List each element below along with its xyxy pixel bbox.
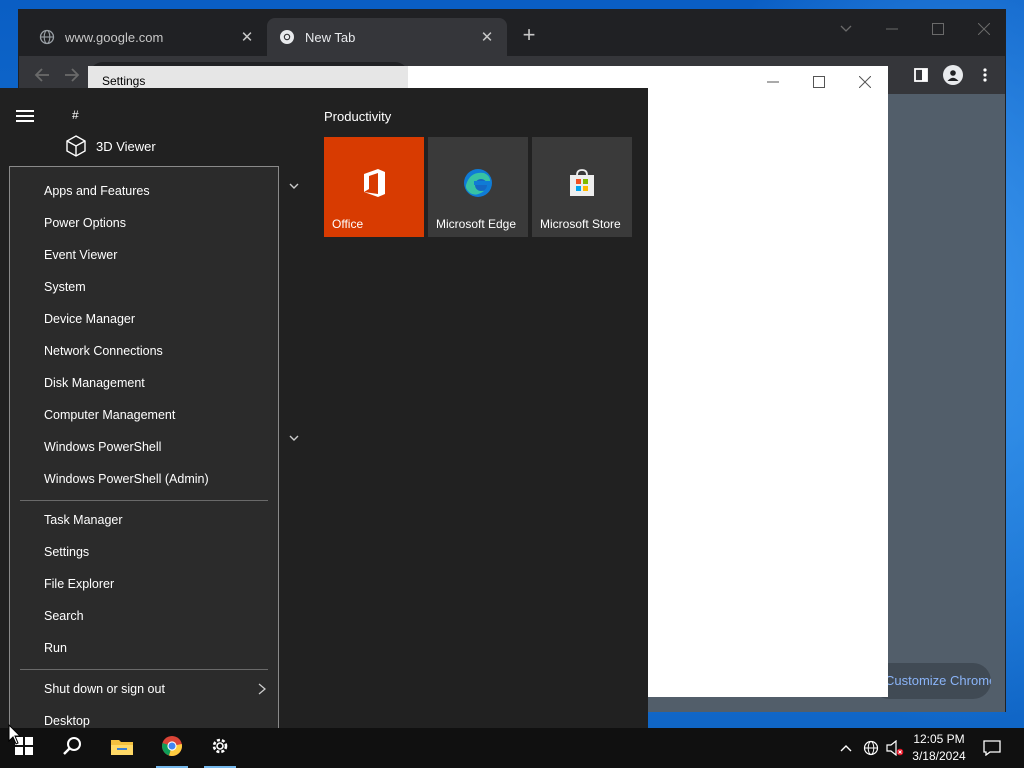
menu-item-settings[interactable]: Settings [10, 536, 278, 568]
show-hidden-icons-chevron-icon[interactable] [836, 728, 856, 768]
more-menu-icon[interactable] [975, 65, 995, 85]
tab-title: www.google.com [65, 29, 164, 45]
tab-new-tab[interactable]: New Tab ✕ [267, 18, 507, 56]
app-list-letter-heading[interactable]: # [72, 108, 79, 122]
tile-group-title: Productivity [324, 109, 392, 124]
tile-label: Office [332, 217, 364, 231]
settings-icon [210, 736, 230, 761]
menu-item-shut-down-or-sign-out[interactable]: Shut down or sign out [10, 673, 278, 705]
new-tab-button[interactable]: + [517, 24, 541, 48]
tile-microsoft-edge[interactable]: Microsoft Edge [428, 137, 528, 237]
clock-time: 12:05 PM [913, 732, 965, 746]
tile-office[interactable]: Office [324, 137, 424, 237]
taskbar-chrome[interactable] [152, 728, 192, 768]
cube-icon [64, 134, 88, 158]
menu-item-computer-management[interactable]: Computer Management [10, 399, 278, 431]
menu-item-apps-and-features[interactable]: Apps and Features [10, 175, 278, 207]
menu-item-windows-powershell[interactable]: Windows PowerShell [10, 431, 278, 463]
menu-item-run[interactable]: Run [10, 632, 278, 664]
close-tab-icon[interactable]: ✕ [479, 28, 495, 46]
search-icon [62, 736, 82, 761]
close-window-icon[interactable] [969, 18, 999, 40]
chrome-icon [161, 735, 183, 762]
menu-item-network-connections[interactable]: Network Connections [10, 335, 278, 367]
action-center-notification-icon[interactable] [978, 728, 1006, 768]
maximize-icon[interactable] [923, 18, 953, 40]
app-3d-viewer[interactable]: 3D Viewer [64, 134, 156, 158]
back-arrow-icon[interactable] [31, 64, 53, 86]
chevron-down-icon[interactable] [288, 180, 300, 192]
mouse-pointer-icon [8, 723, 22, 746]
menu-separator [20, 669, 268, 670]
forward-arrow-icon[interactable] [61, 64, 83, 86]
minimize-icon[interactable] [758, 70, 788, 94]
edge-icon [462, 167, 494, 199]
menu-item-device-manager[interactable]: Device Manager [10, 303, 278, 335]
window-title: Settings [102, 74, 146, 88]
tile-label: Microsoft Edge [436, 217, 517, 231]
menu-item-task-manager[interactable]: Task Manager [10, 504, 278, 536]
network-globe-icon[interactable] [860, 728, 882, 768]
tab-title: New Tab [305, 29, 356, 45]
taskbar-search-button[interactable] [52, 728, 92, 768]
menu-item-windows-powershell-admin[interactable]: Windows PowerShell (Admin) [10, 463, 278, 495]
menu-item-file-explorer[interactable]: File Explorer [10, 568, 278, 600]
chevron-down-icon[interactable] [288, 432, 300, 444]
close-tab-icon[interactable]: ✕ [239, 28, 255, 46]
chrome-icon [279, 29, 295, 45]
globe-icon [39, 29, 55, 45]
menu-item-system[interactable]: System [10, 271, 278, 303]
file-explorer-icon [110, 736, 134, 761]
clock-date: 3/18/2024 [912, 749, 966, 763]
menu-item-event-viewer[interactable]: Event Viewer [10, 239, 278, 271]
menu-item-power-options[interactable]: Power Options [10, 207, 278, 239]
store-icon [566, 167, 598, 199]
tab-strip: www.google.com ✕ New Tab ✕ + [19, 10, 1005, 56]
taskbar-settings[interactable] [200, 728, 240, 768]
tile-label: Microsoft Store [540, 217, 621, 231]
side-panel-icon[interactable] [911, 65, 931, 85]
minimize-icon[interactable] [877, 18, 907, 40]
office-icon [358, 167, 390, 199]
taskbar-clock[interactable]: 12:05 PM 3/18/2024 [905, 731, 973, 765]
menu-item-label: Shut down or sign out [44, 682, 165, 696]
power-user-menu: Apps and Features Power Options Event Vi… [9, 166, 279, 746]
profile-avatar-icon[interactable] [943, 65, 963, 85]
app-label: 3D Viewer [96, 138, 156, 154]
chevron-right-icon [258, 683, 268, 695]
taskbar-file-explorer[interactable] [102, 728, 142, 768]
close-window-icon[interactable] [850, 70, 880, 94]
maximize-icon[interactable] [804, 70, 834, 94]
tile-microsoft-store[interactable]: Microsoft Store [532, 137, 632, 237]
menu-separator [20, 500, 268, 501]
customize-chrome-button[interactable]: Customize Chrome [871, 663, 991, 699]
menu-item-search[interactable]: Search [10, 600, 278, 632]
hamburger-menu-icon[interactable] [16, 110, 34, 122]
taskbar: 12:05 PM 3/18/2024 [0, 728, 1024, 768]
tab-google[interactable]: www.google.com ✕ [27, 18, 267, 56]
menu-item-disk-management[interactable]: Disk Management [10, 367, 278, 399]
tab-search-chevron-icon[interactable] [831, 18, 861, 40]
volume-muted-icon[interactable] [884, 728, 906, 768]
